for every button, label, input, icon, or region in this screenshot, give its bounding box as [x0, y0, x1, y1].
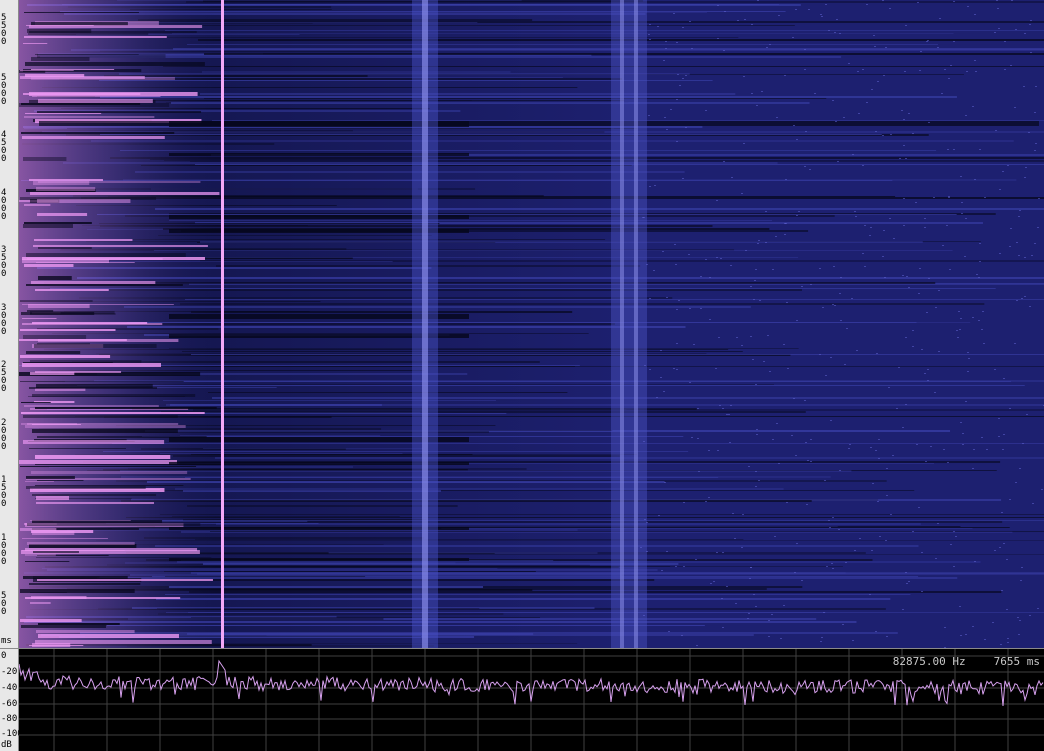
ruler-label-1000: 1 0 0 0 [1, 533, 7, 567]
ruler-label-1500: 1 5 0 0 [1, 475, 7, 509]
frequency-readout: 82875.00 Hz [892, 655, 966, 668]
ruler-label-2000: 2 0 0 0 [1, 418, 7, 452]
ruler-unit-label: ms [1, 636, 12, 646]
db-label-60: -60 [1, 699, 18, 709]
ruler-label-3000: 3 0 0 0 [1, 303, 7, 337]
ruler-label-500: 5 0 0 [1, 591, 7, 617]
time-axis-ruler: 5 5 0 0 5 0 0 0 4 5 0 0 4 0 0 0 3 5 0 0 … [0, 0, 19, 648]
cursor-readout: 82875.00 Hz 7655 ms [865, 655, 1040, 668]
ruler-label-4000: 4 0 0 0 [1, 188, 7, 222]
ruler-label-2500: 2 5 0 0 [1, 360, 7, 394]
db-label-20: -20 [1, 667, 18, 677]
spectrogram-image [19, 0, 1044, 648]
db-label-80: -80 [1, 714, 18, 724]
db-label-40: -40 [1, 683, 18, 693]
db-label-0: 0 [1, 651, 7, 661]
ruler-label-3500: 3 5 0 0 [1, 245, 7, 279]
time-readout: 7655 ms [993, 655, 1040, 668]
ruler-label-4500: 4 5 0 0 [1, 130, 7, 164]
db-unit-label: dB [1, 740, 12, 750]
ruler-label-5000: 5 0 0 0 [1, 73, 7, 107]
spectrogram-app: 5 5 0 0 5 0 0 0 4 5 0 0 4 0 0 0 3 5 0 0 … [0, 0, 1044, 751]
db-axis-ruler: 0 -20 -40 -60 -80 -100 dB [0, 649, 23, 751]
spectrum-panel[interactable]: 0 -20 -40 -60 -80 -100 dB 82875.00 Hz 765… [0, 648, 1044, 751]
ruler-label-5500: 5 5 0 0 [1, 13, 7, 47]
spectrogram-view[interactable] [19, 0, 1044, 648]
